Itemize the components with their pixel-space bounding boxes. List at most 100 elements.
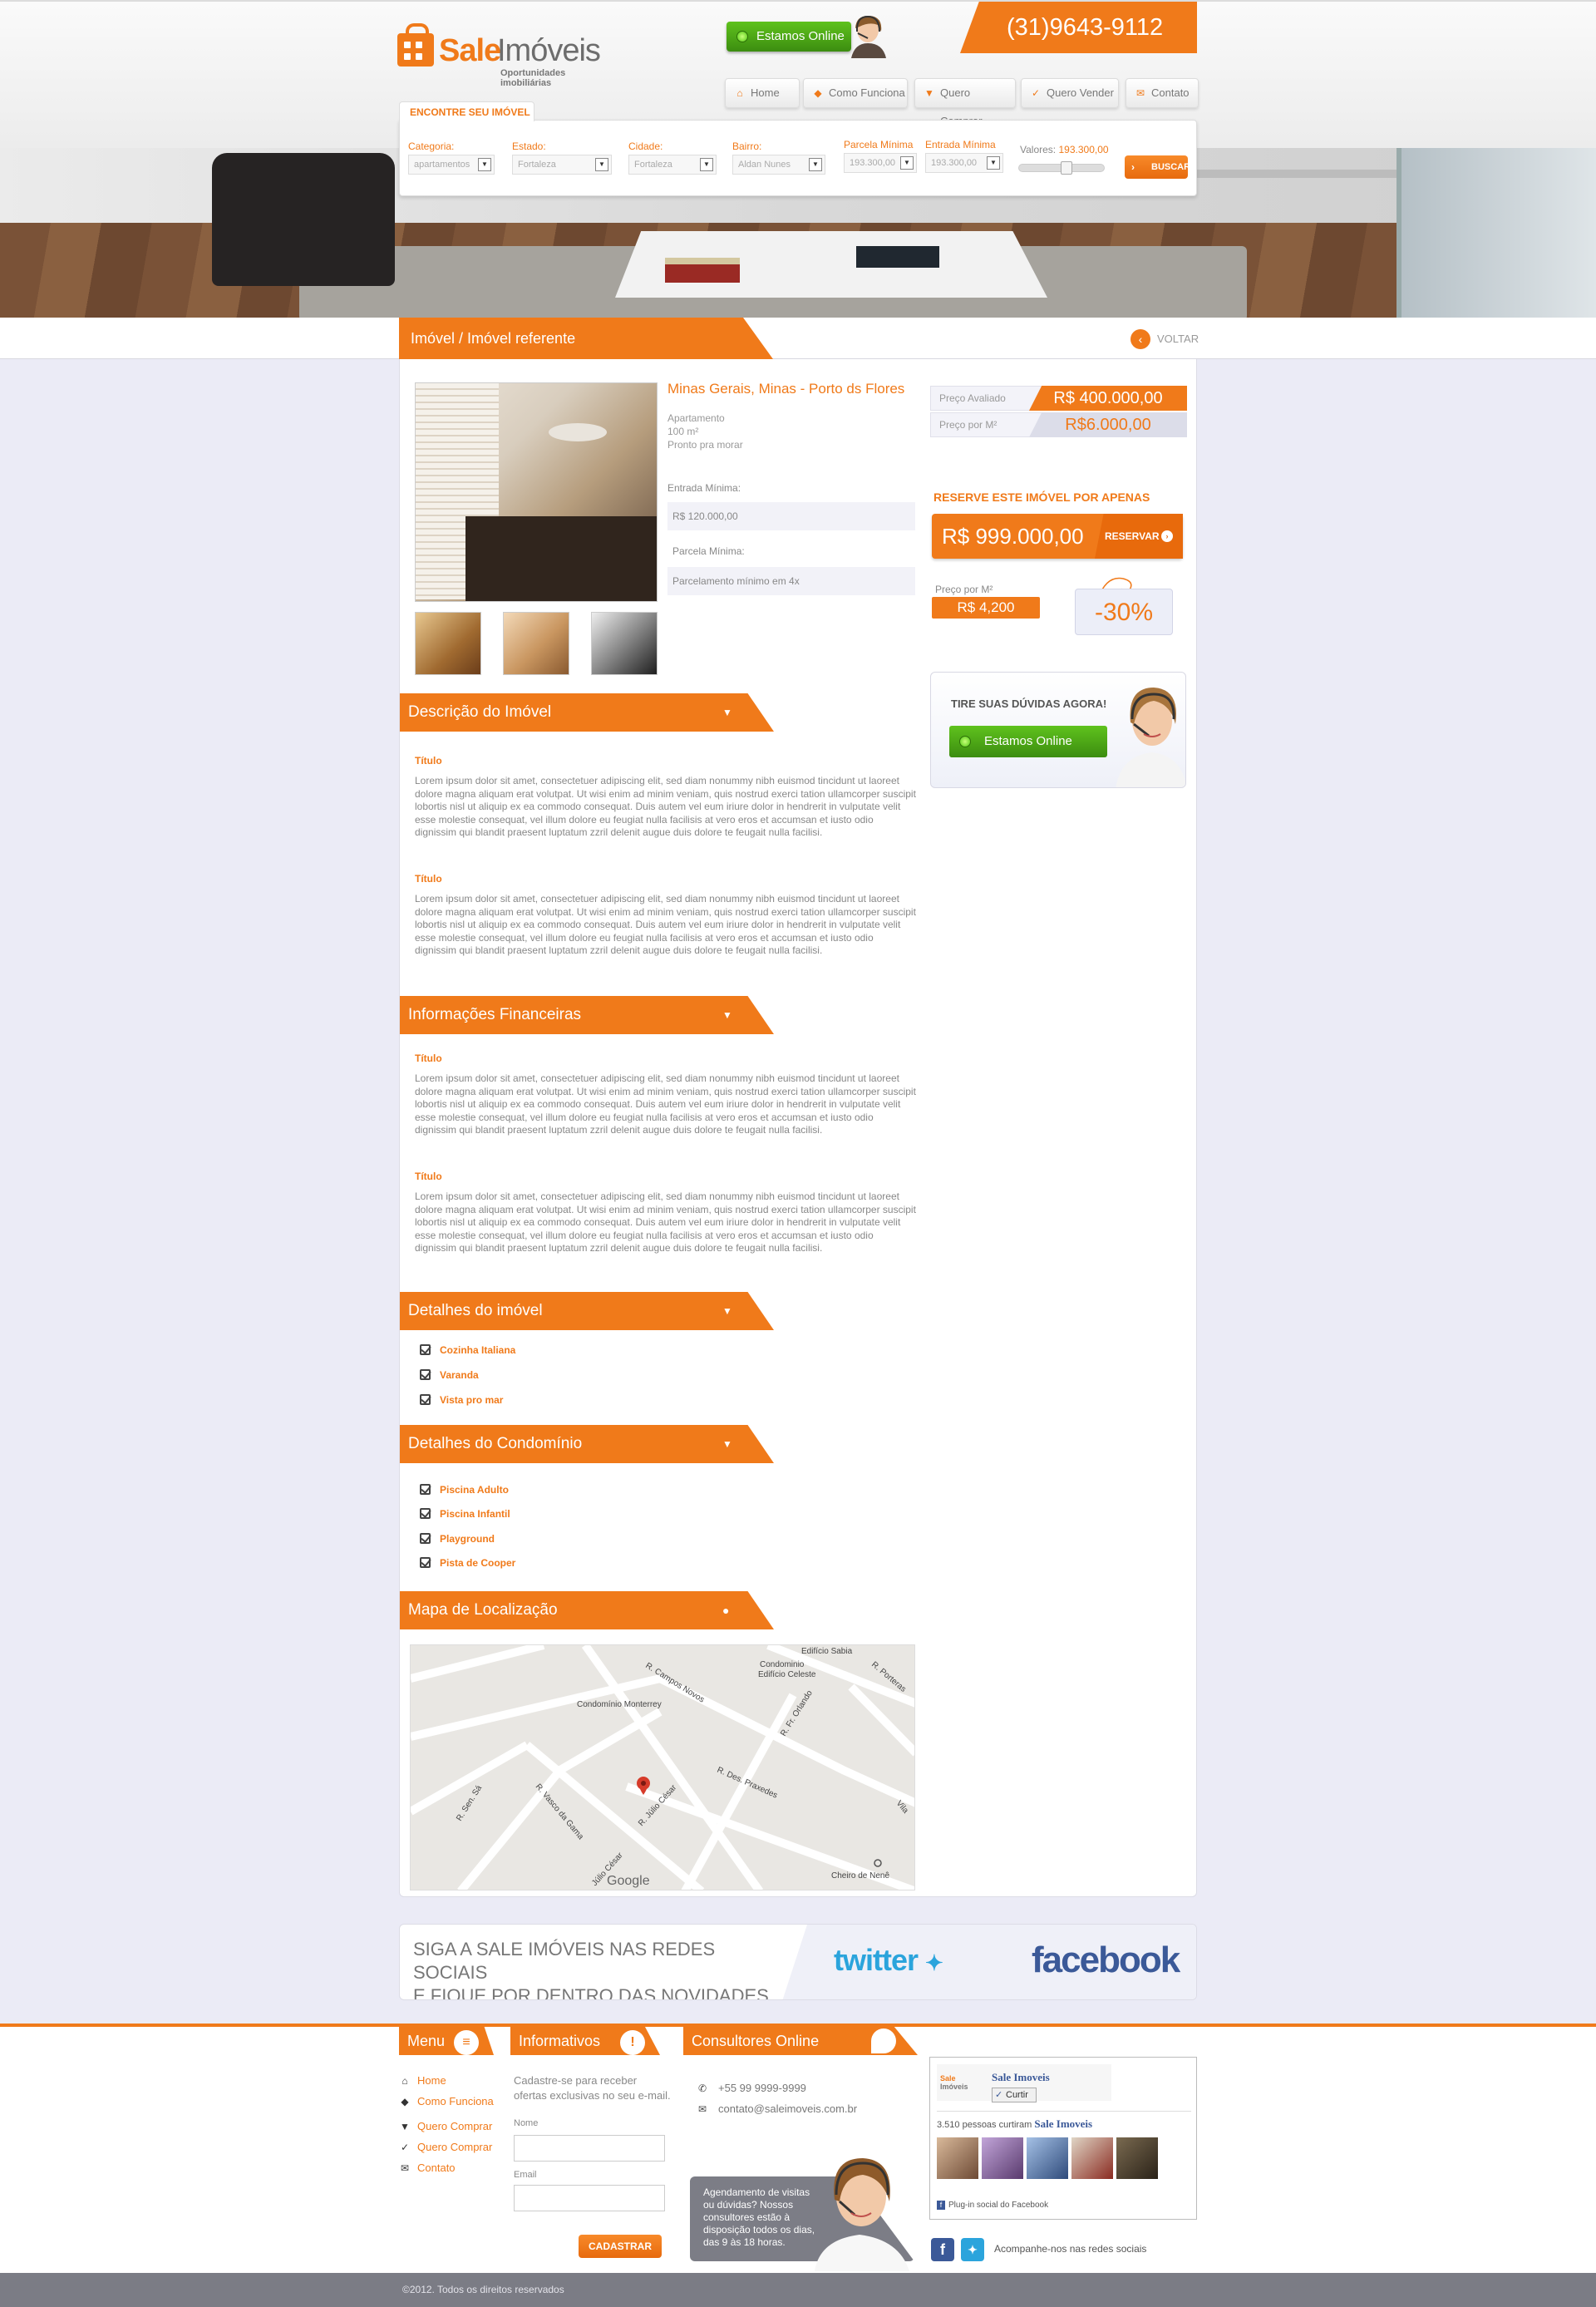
social-line-2: E FIQUE POR DENTRO DAS NOVIDADES. (413, 1985, 774, 2000)
twitter-word: twitter (834, 1943, 919, 1977)
photo-lamp (549, 423, 607, 441)
facebook-like-box: Sale Imóveis Sale Imoveis ✓ Curtir 3.510 … (929, 2057, 1197, 2220)
section-detalhes-condominio[interactable]: Detalhes do Condomínio ▼ (400, 1425, 774, 1463)
property-thumbnail[interactable] (503, 612, 569, 675)
detail-label: Cozinha Italiana (440, 1344, 516, 1356)
section-descricao[interactable]: Descrição do Imóvel ▼ (400, 693, 774, 732)
search-button[interactable]: › BUSCAR (1125, 155, 1191, 179)
fb-logo-word-1: Sale (940, 2074, 956, 2083)
fb-friend-avatar[interactable] (937, 2137, 978, 2179)
subscribe-button[interactable]: CADASTRAR (579, 2235, 662, 2258)
valores-label: Valores: 193.300,00 (1020, 144, 1109, 155)
nav-quero-comprar[interactable]: ▼Quero Comprar (914, 78, 1016, 127)
nav-contato[interactable]: ✉ Contato (1126, 78, 1199, 108)
estado-select[interactable]: Fortaleza ▼ (512, 155, 612, 175)
fb-friend-avatar[interactable] (1071, 2137, 1113, 2179)
email-input[interactable] (514, 2185, 665, 2211)
map-pin-icon: ● (722, 1604, 730, 1617)
fb-friend-avatar[interactable] (982, 2137, 1023, 2179)
help-online-button[interactable]: Estamos Online (949, 726, 1107, 757)
chevron-down-icon: ▼ (722, 1009, 732, 1021)
select-value: Aldan Nunes (738, 160, 791, 170)
twitter-logo[interactable]: twitter ✦ (834, 1943, 943, 1978)
newsletter-text: Cadastre-se para receber ofertas exclusi… (514, 2074, 671, 2102)
valores-label-group: Valores: 193.300,00 (1020, 144, 1109, 158)
thumbs-up-icon: ✓ (1031, 87, 1041, 99)
cidade-select[interactable]: Fortaleza ▼ (628, 155, 717, 175)
phone-icon: ✆ (698, 2083, 707, 2094)
search-button-label: BUSCAR (1151, 162, 1191, 172)
nav-como-funciona[interactable]: ◆ Como Funciona (803, 78, 908, 108)
property-thumbnail[interactable] (415, 612, 481, 675)
footer-menu-contato[interactable]: ✉ Contato (399, 2161, 456, 2176)
back-link[interactable]: ‹ VOLTAR (1130, 329, 1199, 349)
fb-like-button[interactable]: ✓ Curtir (992, 2088, 1037, 2102)
map-canvas: Edifício Sabia Condominio Edifício Celes… (411, 1645, 914, 1890)
facebook-icon[interactable]: f (931, 2238, 954, 2261)
fb-page-name[interactable]: Sale Imoveis (992, 2071, 1050, 2084)
email-label: Email (514, 2170, 537, 2180)
entrada-label: Entrada Mínima: (667, 482, 741, 494)
property-thumbnail[interactable] (591, 612, 658, 675)
chevron-down-icon: ▼ (987, 156, 1000, 170)
parcela-value: Parcelamento mínimo em 4x (667, 567, 915, 595)
section-detalhes-imovel[interactable]: Detalhes do imóvel ▼ (400, 1292, 774, 1330)
online-chat-button[interactable]: Estamos Online (727, 22, 851, 52)
footer-consult-tab: Consultores Online (683, 2027, 918, 2055)
phone-number[interactable]: (31)9643-9112 (960, 2, 1197, 53)
search-tab[interactable]: ENCONTRE SEU IMÓVEL (399, 101, 534, 121)
facebook-logo[interactable]: facebook (1032, 1940, 1180, 1981)
section-financeiras[interactable]: Informações Financeiras ▼ (400, 996, 774, 1034)
contact-email[interactable]: ✉ contato@saleimoveis.com.br (698, 2102, 857, 2117)
chevron-right-icon: › (1161, 530, 1173, 542)
footer-menu-home[interactable]: ⌂ Home (399, 2073, 446, 2088)
parcela-select[interactable]: 193.300,00 ▼ (844, 153, 917, 173)
property-area: 100 m² (667, 426, 699, 437)
chevron-down-icon: ▼ (722, 1438, 732, 1450)
logo[interactable]: Sale Imóveis Oportunidades imobiliárias (397, 18, 613, 88)
search-field-cidade: Cidade: Fortaleza ▼ (628, 140, 717, 175)
name-input[interactable] (514, 2135, 665, 2162)
photo-table (466, 516, 657, 601)
slider-handle[interactable] (1061, 161, 1072, 175)
chevron-down-icon: ▼ (700, 158, 713, 171)
price-row-avaliado: Preço Avaliado R$ 400.000,00 (930, 386, 1187, 411)
nav-label: Quero Vender (1047, 86, 1114, 99)
condo-item: Piscina Infantil (420, 1507, 510, 1521)
reserve-button[interactable]: RESERVAR › (1095, 514, 1183, 559)
condo-label: Pista de Cooper (440, 1557, 516, 1569)
entrada-select[interactable]: 193.300,00 ▼ (925, 153, 1003, 173)
footer-menu-quero-comprar[interactable]: ▼ Quero Comprar (399, 2119, 492, 2134)
section-mapa[interactable]: Mapa de Localização ● (400, 1591, 774, 1629)
footer-menu-quero-comprar-2[interactable]: ✓ Quero Comprar (399, 2140, 492, 2155)
categoria-select[interactable]: apartamentos ▼ (408, 155, 495, 175)
shopping-bag-icon (397, 23, 434, 67)
contact-email-text: contato@saleimoveis.com.br (718, 2102, 858, 2115)
checkbox-icon (420, 1394, 431, 1405)
price-range-slider[interactable] (1018, 161, 1105, 175)
footer-menu-label: Quero Comprar (417, 2141, 493, 2153)
fb-page-logo: Sale Imóveis (940, 2074, 982, 2091)
twitter-icon[interactable]: ✦ (961, 2238, 984, 2261)
mail-icon: ✉ (698, 2103, 707, 2115)
footer-menu-como-funciona[interactable]: ◆ Como Funciona (399, 2094, 493, 2109)
consultant-photo (815, 2158, 909, 2271)
nav-quero-vender[interactable]: ✓ Quero Vender (1021, 78, 1119, 108)
logo-tagline: Oportunidades imobiliárias (500, 68, 566, 88)
select-value: Fortaleza (518, 160, 556, 170)
reserve-box: R$ 999.000,00 RESERVAR › (932, 514, 1183, 559)
fb-friend-avatar[interactable] (1116, 2137, 1158, 2179)
fb-friend-avatar[interactable] (1027, 2137, 1068, 2179)
menu-icon: ≡ (454, 2030, 479, 2055)
location-map[interactable]: Edifício Sabia Condominio Edifício Celes… (410, 1644, 915, 1890)
chat-bubble-icon (871, 2028, 896, 2053)
home-icon: ⌂ (401, 2075, 408, 2087)
field-label: Estado: (512, 140, 546, 152)
condo-label: Piscina Adulto (440, 1484, 509, 1496)
help-box: TIRE SUAS DÚVIDAS AGORA! Estamos Online (930, 672, 1186, 788)
property-main-photo[interactable] (415, 382, 658, 602)
bairro-select[interactable]: Aldan Nunes ▼ (732, 155, 825, 175)
map-label: Condomínio Monterrey (577, 1700, 662, 1709)
section-title: Detalhes do imóvel (408, 1302, 543, 1319)
nav-home[interactable]: ⌂ Home (725, 78, 800, 108)
